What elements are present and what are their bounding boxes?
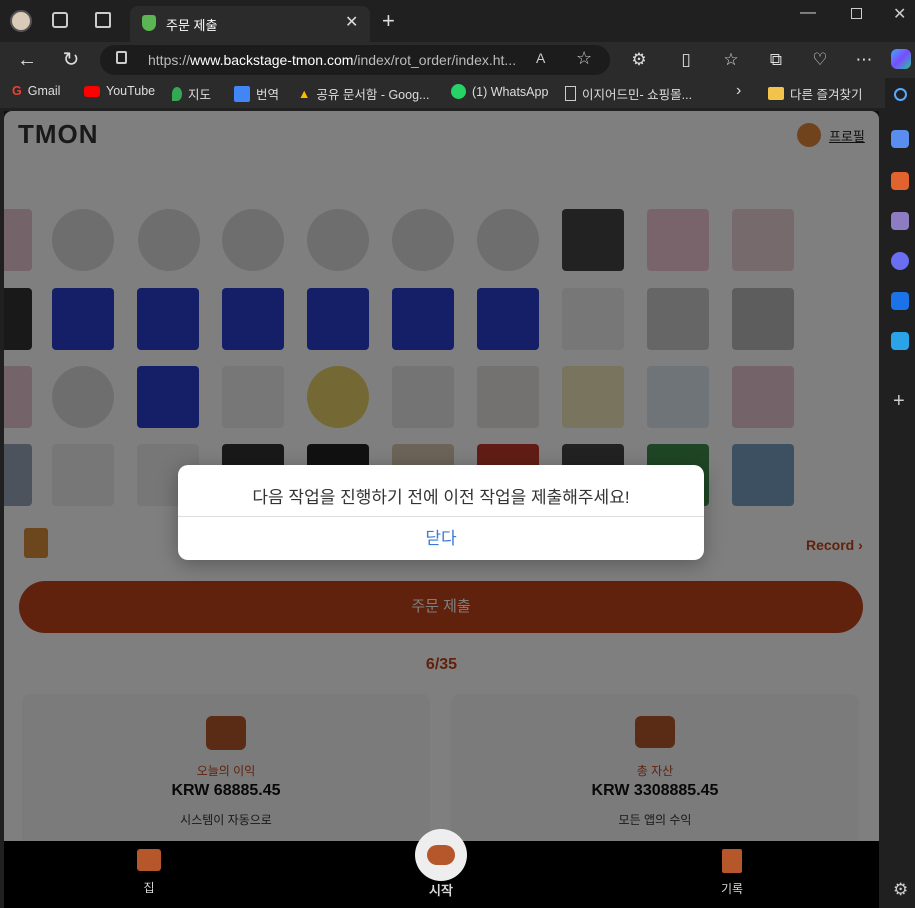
settings-icon[interactable]: ⚙ — [893, 880, 908, 900]
more-icon[interactable]: ⋯ — [849, 45, 879, 75]
nav-home[interactable]: 집 — [114, 849, 184, 896]
read-aloud-icon[interactable]: A — [536, 50, 545, 66]
toolbox-icon[interactable] — [891, 172, 909, 190]
shield-icon — [142, 15, 156, 31]
minimize-icon[interactable]: — — [800, 4, 816, 22]
bookmark-label: (1) WhatsApp — [472, 84, 549, 99]
alert-message: 다음 작업을 진행하기 전에 이전 작업을 제출해주세요! — [252, 488, 630, 507]
drive-icon: ▲ — [298, 86, 311, 101]
favorites-icon[interactable]: ☆ — [716, 45, 746, 75]
nav-start-label: 시작 — [429, 883, 453, 898]
extensions-icon[interactable]: ⚙ — [624, 45, 654, 75]
edge-sidebar: + ⚙ — [885, 78, 915, 908]
url-prefix: https:// — [148, 52, 191, 68]
records-icon — [722, 849, 742, 873]
bookmark-label: 지도 — [188, 88, 212, 102]
page-icon — [565, 86, 576, 101]
refresh-icon[interactable]: ↻ — [56, 45, 86, 75]
cloud-network-icon — [427, 844, 455, 865]
bottom-navigation: 집 시작 기록 — [4, 829, 879, 908]
bookmarks-bar: G Gmail YouTube 지도 번역 ▲ 공유 문서함 - Goog... (… — [0, 78, 915, 108]
tag-icon[interactable] — [891, 130, 909, 148]
nav-records[interactable]: 기록 — [697, 849, 767, 897]
copilot-sidebar-icon[interactable] — [891, 252, 909, 270]
bookmark-ezadmin[interactable]: 이지어드민- 쇼핑몰... — [565, 84, 692, 103]
bookmark-youtube[interactable]: YouTube — [84, 84, 155, 98]
map-pin-icon — [172, 86, 182, 101]
home-icon — [137, 849, 161, 871]
close-tab-icon[interactable]: ✕ — [345, 12, 358, 32]
alert-dialog: 다음 작업을 진행하기 전에 이전 작업을 제출해주세요! 닫다 — [178, 465, 704, 560]
bookmark-label: YouTube — [106, 84, 156, 98]
nav-records-label: 기록 — [720, 882, 744, 896]
google-icon: G — [12, 84, 22, 98]
profile-avatar[interactable] — [10, 10, 32, 32]
tab-active[interactable]: 주문 제출 ✕ — [130, 6, 370, 42]
bookmark-label: 번역 — [256, 88, 280, 102]
chevron-right-icon[interactable]: › — [736, 82, 741, 100]
bookmark-translate[interactable]: 번역 — [234, 84, 279, 103]
bookmark-label: 공유 문서함 - Goog... — [316, 88, 430, 102]
tab-bar: 주문 제출 ✕ + — ✕ — [0, 0, 915, 42]
games-icon[interactable] — [891, 212, 909, 230]
tab-title: 주문 제출 — [166, 18, 218, 33]
send-icon[interactable] — [891, 332, 909, 350]
lock-icon — [116, 51, 127, 64]
close-window-icon[interactable]: ✕ — [893, 4, 906, 24]
bookmark-whatsapp[interactable]: (1) WhatsApp — [451, 84, 548, 99]
bookmark-label: Gmail — [27, 84, 61, 98]
bookmark-other-favorites[interactable]: 다른 즐겨찾기 — [768, 84, 862, 103]
bookmark-label: 이지어드민- 쇼핑몰... — [582, 88, 693, 102]
youtube-icon — [84, 85, 100, 97]
bookmark-maps[interactable]: 지도 — [172, 84, 211, 103]
bookmark-drive[interactable]: ▲ 공유 문서함 - Goog... — [298, 84, 429, 103]
folder-icon — [768, 87, 784, 100]
address-bar[interactable]: https://www.backstage-tmon.com/index/rot… — [100, 45, 610, 75]
bookmark-label: 다른 즐겨찾기 — [790, 88, 863, 102]
copilot-icon[interactable] — [891, 49, 911, 69]
nav-start-button[interactable] — [415, 829, 467, 881]
split-screen-icon[interactable]: ▯ — [671, 45, 701, 75]
url-text: https://www.backstage-tmon.com/index/rot… — [148, 52, 516, 68]
add-sidebar-icon[interactable]: + — [893, 390, 905, 413]
close-dialog-button[interactable]: 닫다 — [178, 517, 704, 560]
back-icon[interactable]: ← — [12, 45, 42, 75]
bookmark-gmail[interactable]: G Gmail — [12, 84, 60, 98]
heart-pulse-icon[interactable]: ♡ — [805, 45, 835, 75]
outlook-icon[interactable] — [891, 292, 909, 310]
url-path: /index/rot_order/index.ht... — [353, 52, 517, 68]
nav-home-label: 집 — [143, 881, 155, 895]
new-tab-icon[interactable]: + — [382, 8, 395, 34]
collections-icon[interactable]: ⧉ — [761, 45, 791, 75]
url-domain: www.backstage-tmon.com — [190, 52, 354, 68]
workspaces-icon[interactable] — [52, 12, 68, 28]
maximize-icon[interactable] — [851, 8, 862, 19]
add-favorite-icon[interactable]: ☆ — [576, 48, 592, 69]
whatsapp-icon — [451, 84, 466, 99]
translate-icon — [234, 85, 250, 102]
tab-actions-icon[interactable] — [95, 12, 111, 28]
search-icon[interactable] — [894, 88, 907, 101]
